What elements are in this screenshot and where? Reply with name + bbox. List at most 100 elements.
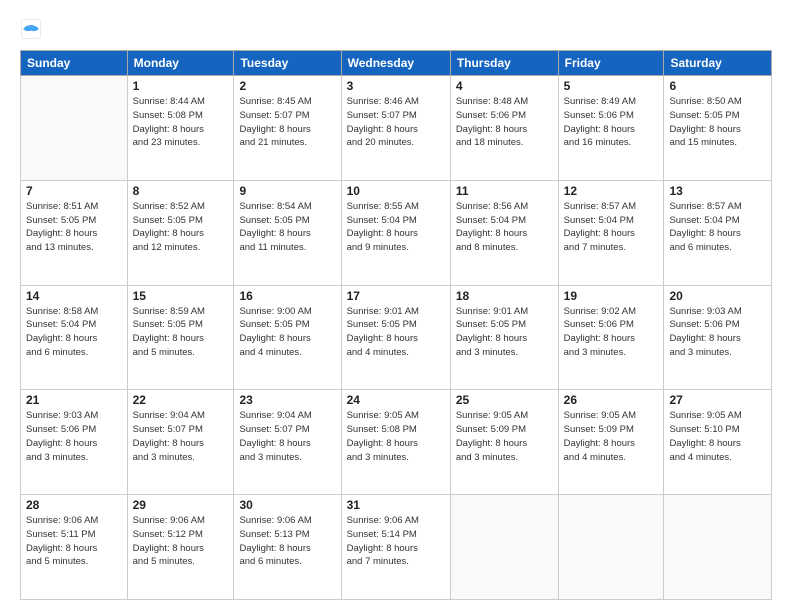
day-cell: 16 Sunrise: 9:00 AM Sunset: 5:05 PM Dayli… (234, 285, 341, 390)
weekday-header-row: SundayMondayTuesdayWednesdayThursdayFrid… (21, 51, 772, 76)
day-cell: 18 Sunrise: 9:01 AM Sunset: 5:05 PM Dayli… (450, 285, 558, 390)
week-row-1: 7Sunrise: 8:51 AM Sunset: 5:05 PM Daylig… (21, 180, 772, 285)
day-number: 2 (239, 79, 335, 93)
day-info: Sunrise: 8:52 AM Sunset: 5:05 PM Dayligh… (133, 200, 229, 255)
day-number: 23 (239, 393, 335, 407)
day-info: Sunrise: 9:00 AM Sunset: 5:05 PM Dayligh… (239, 305, 335, 360)
day-cell: 31 Sunrise: 9:06 AM Sunset: 5:14 PM Dayli… (341, 495, 450, 600)
day-info: Sunrise: 9:04 AM Sunset: 5:07 PM Dayligh… (133, 409, 229, 464)
day-cell: 3 Sunrise: 8:46 AM Sunset: 5:07 PM Daylig… (341, 76, 450, 181)
day-info: Sunrise: 9:06 AM Sunset: 5:14 PM Dayligh… (347, 514, 445, 569)
day-cell (664, 495, 772, 600)
day-number: 15 (133, 289, 229, 303)
day-cell: 12 Sunrise: 8:57 AM Sunset: 5:04 PM Dayli… (558, 180, 664, 285)
day-cell: 13 Sunrise: 8:57 AM Sunset: 5:04 PM Dayli… (664, 180, 772, 285)
day-cell: 23 Sunrise: 9:04 AM Sunset: 5:07 PM Dayli… (234, 390, 341, 495)
day-number: 27 (669, 393, 766, 407)
day-info: Sunrise: 9:05 AM Sunset: 5:10 PM Dayligh… (669, 409, 766, 464)
day-number: 21 (26, 393, 122, 407)
day-number: 25 (456, 393, 553, 407)
day-info: Sunrise: 8:56 AM Sunset: 5:04 PM Dayligh… (456, 200, 553, 255)
day-number: 4 (456, 79, 553, 93)
day-cell: 9 Sunrise: 8:54 AM Sunset: 5:05 PM Daylig… (234, 180, 341, 285)
day-number: 5 (564, 79, 659, 93)
day-info: Sunrise: 8:54 AM Sunset: 5:05 PM Dayligh… (239, 200, 335, 255)
day-info: Sunrise: 9:05 AM Sunset: 5:09 PM Dayligh… (456, 409, 553, 464)
day-cell: 11 Sunrise: 8:56 AM Sunset: 5:04 PM Dayli… (450, 180, 558, 285)
week-row-4: 28 Sunrise: 9:06 AM Sunset: 5:11 PM Dayli… (21, 495, 772, 600)
weekday-header-monday: Monday (127, 51, 234, 76)
day-cell: 19 Sunrise: 9:02 AM Sunset: 5:06 PM Dayli… (558, 285, 664, 390)
day-number: 13 (669, 184, 766, 198)
day-cell: 14Sunrise: 8:58 AM Sunset: 5:04 PM Dayli… (21, 285, 128, 390)
page: SundayMondayTuesdayWednesdayThursdayFrid… (0, 0, 792, 612)
day-cell: 29Sunrise: 9:06 AM Sunset: 5:12 PM Dayli… (127, 495, 234, 600)
day-number: 19 (564, 289, 659, 303)
day-cell: 10 Sunrise: 8:55 AM Sunset: 5:04 PM Dayli… (341, 180, 450, 285)
day-cell (558, 495, 664, 600)
logo (20, 18, 46, 40)
day-info: Sunrise: 9:01 AM Sunset: 5:05 PM Dayligh… (456, 305, 553, 360)
day-info: Sunrise: 9:05 AM Sunset: 5:09 PM Dayligh… (564, 409, 659, 464)
day-cell (21, 76, 128, 181)
day-number: 8 (133, 184, 229, 198)
day-number: 22 (133, 393, 229, 407)
day-info: Sunrise: 8:55 AM Sunset: 5:04 PM Dayligh… (347, 200, 445, 255)
day-info: Sunrise: 8:50 AM Sunset: 5:05 PM Dayligh… (669, 95, 766, 150)
day-cell: 24 Sunrise: 9:05 AM Sunset: 5:08 PM Dayli… (341, 390, 450, 495)
day-number: 24 (347, 393, 445, 407)
day-number: 10 (347, 184, 445, 198)
day-number: 29 (133, 498, 229, 512)
day-info: Sunrise: 8:59 AM Sunset: 5:05 PM Dayligh… (133, 305, 229, 360)
day-info: Sunrise: 9:04 AM Sunset: 5:07 PM Dayligh… (239, 409, 335, 464)
day-cell: 25 Sunrise: 9:05 AM Sunset: 5:09 PM Dayli… (450, 390, 558, 495)
day-number: 18 (456, 289, 553, 303)
day-cell: 20 Sunrise: 9:03 AM Sunset: 5:06 PM Dayli… (664, 285, 772, 390)
day-number: 28 (26, 498, 122, 512)
day-info: Sunrise: 8:44 AM Sunset: 5:08 PM Dayligh… (133, 95, 229, 150)
day-cell: 2 Sunrise: 8:45 AM Sunset: 5:07 PM Daylig… (234, 76, 341, 181)
week-row-0: 1 Sunrise: 8:44 AM Sunset: 5:08 PM Daylig… (21, 76, 772, 181)
day-number: 1 (133, 79, 229, 93)
day-number: 20 (669, 289, 766, 303)
day-cell: 5Sunrise: 8:49 AM Sunset: 5:06 PM Daylig… (558, 76, 664, 181)
day-info: Sunrise: 9:06 AM Sunset: 5:11 PM Dayligh… (26, 514, 122, 569)
day-info: Sunrise: 9:03 AM Sunset: 5:06 PM Dayligh… (669, 305, 766, 360)
day-number: 7 (26, 184, 122, 198)
day-info: Sunrise: 9:01 AM Sunset: 5:05 PM Dayligh… (347, 305, 445, 360)
day-number: 11 (456, 184, 553, 198)
weekday-header-saturday: Saturday (664, 51, 772, 76)
day-cell: 15 Sunrise: 8:59 AM Sunset: 5:05 PM Dayli… (127, 285, 234, 390)
day-cell: 21 Sunrise: 9:03 AM Sunset: 5:06 PM Dayli… (21, 390, 128, 495)
logo-icon (20, 18, 42, 40)
day-number: 26 (564, 393, 659, 407)
day-number: 12 (564, 184, 659, 198)
week-row-2: 14Sunrise: 8:58 AM Sunset: 5:04 PM Dayli… (21, 285, 772, 390)
day-cell: 28 Sunrise: 9:06 AM Sunset: 5:11 PM Dayli… (21, 495, 128, 600)
day-cell: 8 Sunrise: 8:52 AM Sunset: 5:05 PM Daylig… (127, 180, 234, 285)
day-number: 14 (26, 289, 122, 303)
day-info: Sunrise: 8:45 AM Sunset: 5:07 PM Dayligh… (239, 95, 335, 150)
day-cell: 1 Sunrise: 8:44 AM Sunset: 5:08 PM Daylig… (127, 76, 234, 181)
weekday-header-tuesday: Tuesday (234, 51, 341, 76)
day-info: Sunrise: 8:46 AM Sunset: 5:07 PM Dayligh… (347, 95, 445, 150)
day-number: 3 (347, 79, 445, 93)
weekday-header-wednesday: Wednesday (341, 51, 450, 76)
day-cell: 6Sunrise: 8:50 AM Sunset: 5:05 PM Daylig… (664, 76, 772, 181)
day-number: 30 (239, 498, 335, 512)
day-number: 17 (347, 289, 445, 303)
day-number: 16 (239, 289, 335, 303)
day-cell: 22 Sunrise: 9:04 AM Sunset: 5:07 PM Dayli… (127, 390, 234, 495)
day-info: Sunrise: 9:02 AM Sunset: 5:06 PM Dayligh… (564, 305, 659, 360)
day-cell: 27 Sunrise: 9:05 AM Sunset: 5:10 PM Dayli… (664, 390, 772, 495)
day-number: 31 (347, 498, 445, 512)
day-info: Sunrise: 9:06 AM Sunset: 5:13 PM Dayligh… (239, 514, 335, 569)
day-info: Sunrise: 9:03 AM Sunset: 5:06 PM Dayligh… (26, 409, 122, 464)
day-cell: 7Sunrise: 8:51 AM Sunset: 5:05 PM Daylig… (21, 180, 128, 285)
day-number: 9 (239, 184, 335, 198)
weekday-header-thursday: Thursday (450, 51, 558, 76)
day-info: Sunrise: 9:05 AM Sunset: 5:08 PM Dayligh… (347, 409, 445, 464)
day-cell: 4Sunrise: 8:48 AM Sunset: 5:06 PM Daylig… (450, 76, 558, 181)
day-info: Sunrise: 8:57 AM Sunset: 5:04 PM Dayligh… (669, 200, 766, 255)
day-info: Sunrise: 8:57 AM Sunset: 5:04 PM Dayligh… (564, 200, 659, 255)
